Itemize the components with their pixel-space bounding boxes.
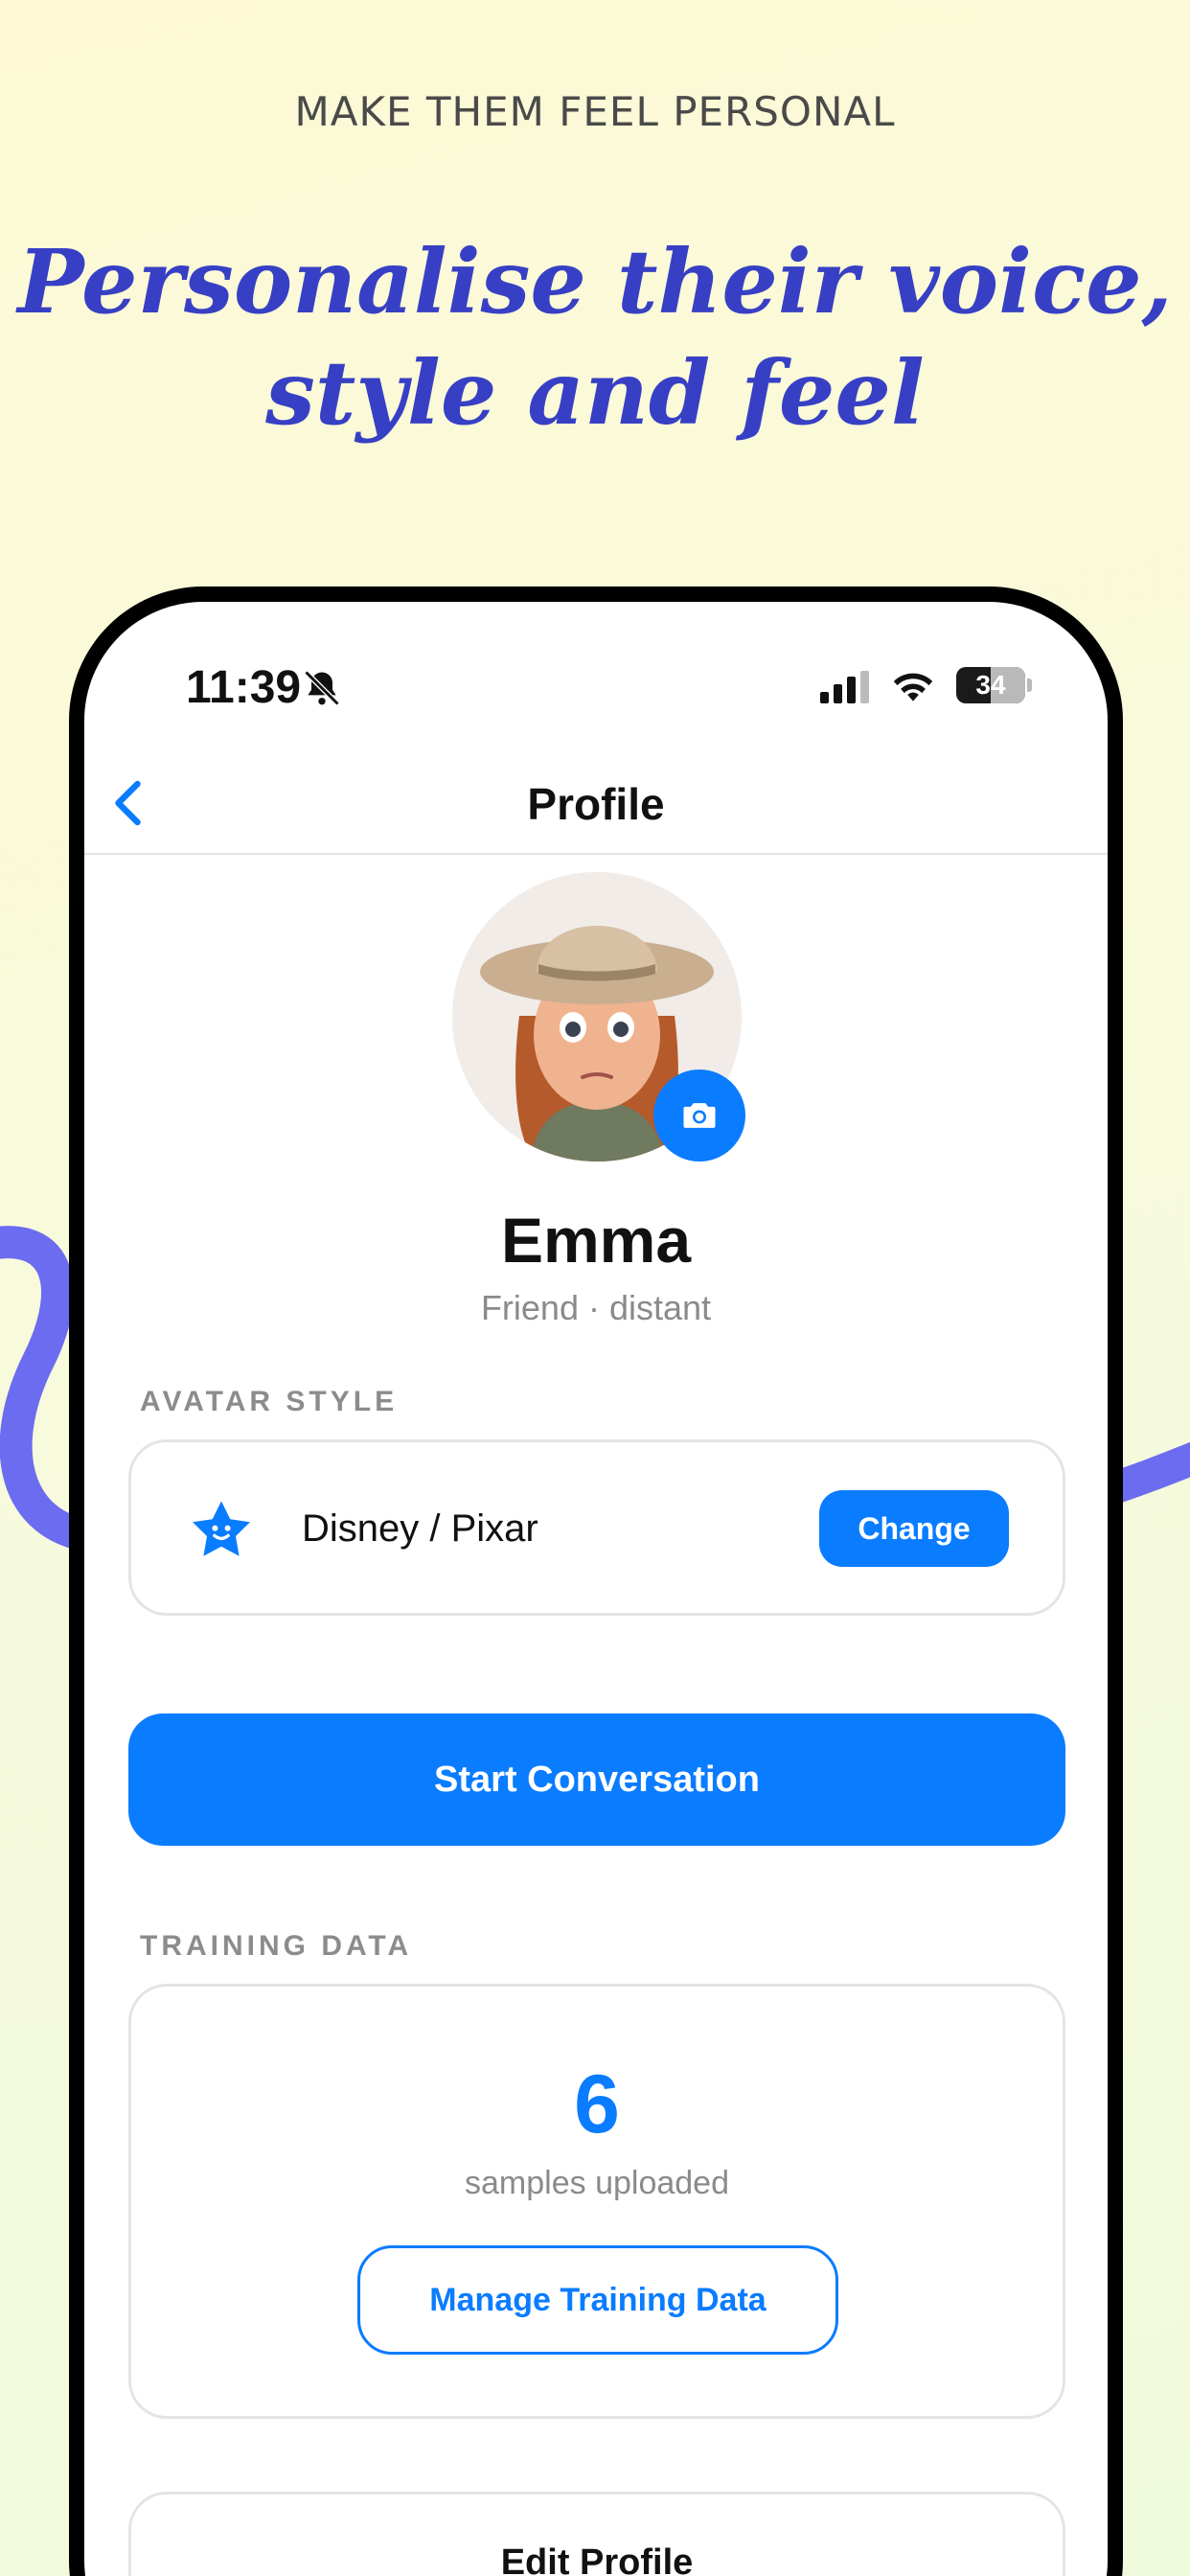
- manage-training-data-button[interactable]: Manage Training Data: [357, 2245, 838, 2355]
- change-photo-button[interactable]: [653, 1070, 745, 1162]
- marketing-headline: Personalise their voice, style and feel: [0, 226, 1190, 448]
- training-data-card: 6 samples uploaded Manage Training Data: [128, 1984, 1065, 2419]
- training-data-section-label: TRAINING DATA: [140, 1930, 413, 1962]
- phone-screen: 11:39 34 Profile Emma Friend · distant A…: [84, 602, 1108, 2576]
- signal-icon: [820, 671, 869, 703]
- star-face-icon: [193, 1501, 250, 1556]
- profile-relation: Friend · distant: [480, 1288, 712, 1327]
- battery-level: 34: [975, 670, 1006, 700]
- start-conversation-button[interactable]: Start Conversation: [128, 1714, 1065, 1846]
- change-style-button[interactable]: Change: [819, 1490, 1009, 1567]
- headline-line-1: Personalise their voice,: [17, 230, 1173, 334]
- marketing-eyebrow: MAKE THEM FEEL PERSONAL: [294, 88, 896, 135]
- phone-frame: 11:39 34 Profile Emma Friend · distant A…: [69, 586, 1123, 2576]
- battery-nub: [1027, 678, 1032, 692]
- wifi-icon: [893, 673, 933, 702]
- avatar-style-section-label: AVATAR STYLE: [140, 1386, 399, 1417]
- profile-name: Emma: [500, 1205, 692, 1276]
- bell-slash-icon: [304, 670, 340, 706]
- camera-icon: [683, 1103, 716, 1128]
- status-time: 11:39: [186, 662, 302, 713]
- battery-icon: 34: [956, 667, 1025, 703]
- samples-count: 6: [574, 2058, 620, 2150]
- headline-line-2: style and feel: [265, 341, 925, 445]
- edit-profile-button[interactable]: Edit Profile: [131, 2542, 1063, 2576]
- avatar-style-name: Disney / Pixar: [302, 1507, 538, 1550]
- page-title: Profile: [527, 779, 665, 829]
- avatar-style-card: Disney / Pixar Change: [128, 1439, 1065, 1616]
- nav-bar: Profile: [84, 746, 1108, 855]
- samples-count-label: samples uploaded: [465, 2165, 729, 2201]
- edit-profile-card[interactable]: Edit Profile: [128, 2492, 1065, 2576]
- status-bar: 11:39 34: [84, 661, 1108, 719]
- avatar-container[interactable]: [452, 872, 747, 1167]
